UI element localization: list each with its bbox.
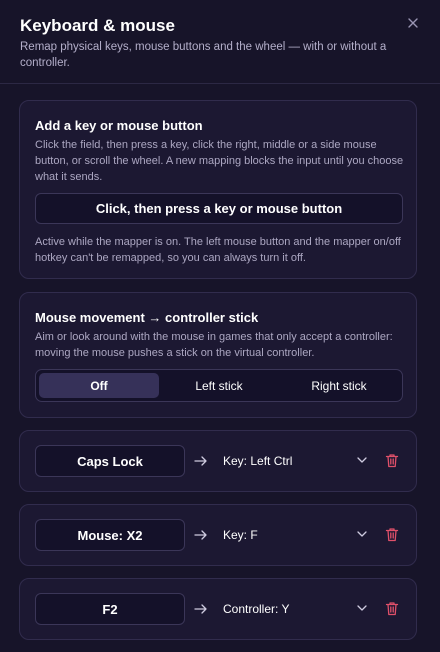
delete-icon[interactable] — [385, 527, 399, 542]
add-mapping-description: Click the field, then press a key, click… — [35, 139, 404, 183]
chevron-down-icon[interactable] — [357, 530, 367, 538]
add-mapping-note: Active while the mapper is on. The left … — [35, 236, 401, 264]
mouse-movement-description: Aim or look around with the mouse in gam… — [35, 331, 393, 359]
delete-icon[interactable] — [385, 453, 399, 468]
stick-option-right[interactable]: Right stick — [279, 373, 399, 398]
target-select[interactable]: Controller: Y — [216, 593, 370, 625]
source-key-field[interactable]: Mouse: X2 — [35, 519, 185, 551]
arrow-right-icon — [194, 602, 208, 616]
delete-icon[interactable] — [385, 601, 399, 616]
stick-option-off[interactable]: Off — [39, 373, 159, 398]
target-select[interactable]: Key: F — [216, 519, 370, 551]
mouse-movement-card: Mouse movement → controller stick Aim or… — [19, 292, 417, 418]
mapping-row: F2 Controller: Y — [19, 578, 417, 640]
arrow-right-icon — [194, 528, 208, 542]
mapping-row: Mouse: X2 Key: F — [19, 504, 417, 566]
dialog-header: Keyboard & mouse Remap physical keys, mo… — [0, 0, 440, 84]
chevron-down-icon[interactable] — [357, 456, 367, 464]
stick-option-left[interactable]: Left stick — [159, 373, 279, 398]
dialog-subtitle: Remap physical keys, mouse buttons and t… — [20, 41, 387, 69]
arrow-right-icon — [194, 454, 208, 468]
add-mapping-card: Add a key or mouse button Click the fiel… — [19, 100, 417, 279]
target-select[interactable]: Key: Left Ctrl — [216, 445, 370, 477]
chevron-down-icon[interactable] — [357, 604, 367, 612]
stick-segmented-control: Off Left stick Right stick — [35, 369, 403, 402]
source-key-field[interactable]: Caps Lock — [35, 445, 185, 477]
dialog-title: Keyboard & mouse — [20, 16, 175, 35]
mapping-row: Caps Lock Key: Left Ctrl — [19, 430, 417, 492]
mouse-movement-title: Mouse movement → controller stick — [35, 310, 259, 325]
add-mapping-title: Add a key or mouse button — [35, 118, 203, 133]
key-capture-button[interactable]: Click, then press a key or mouse button — [35, 193, 403, 224]
source-key-field[interactable]: F2 — [35, 593, 185, 625]
close-icon[interactable] — [406, 16, 420, 30]
